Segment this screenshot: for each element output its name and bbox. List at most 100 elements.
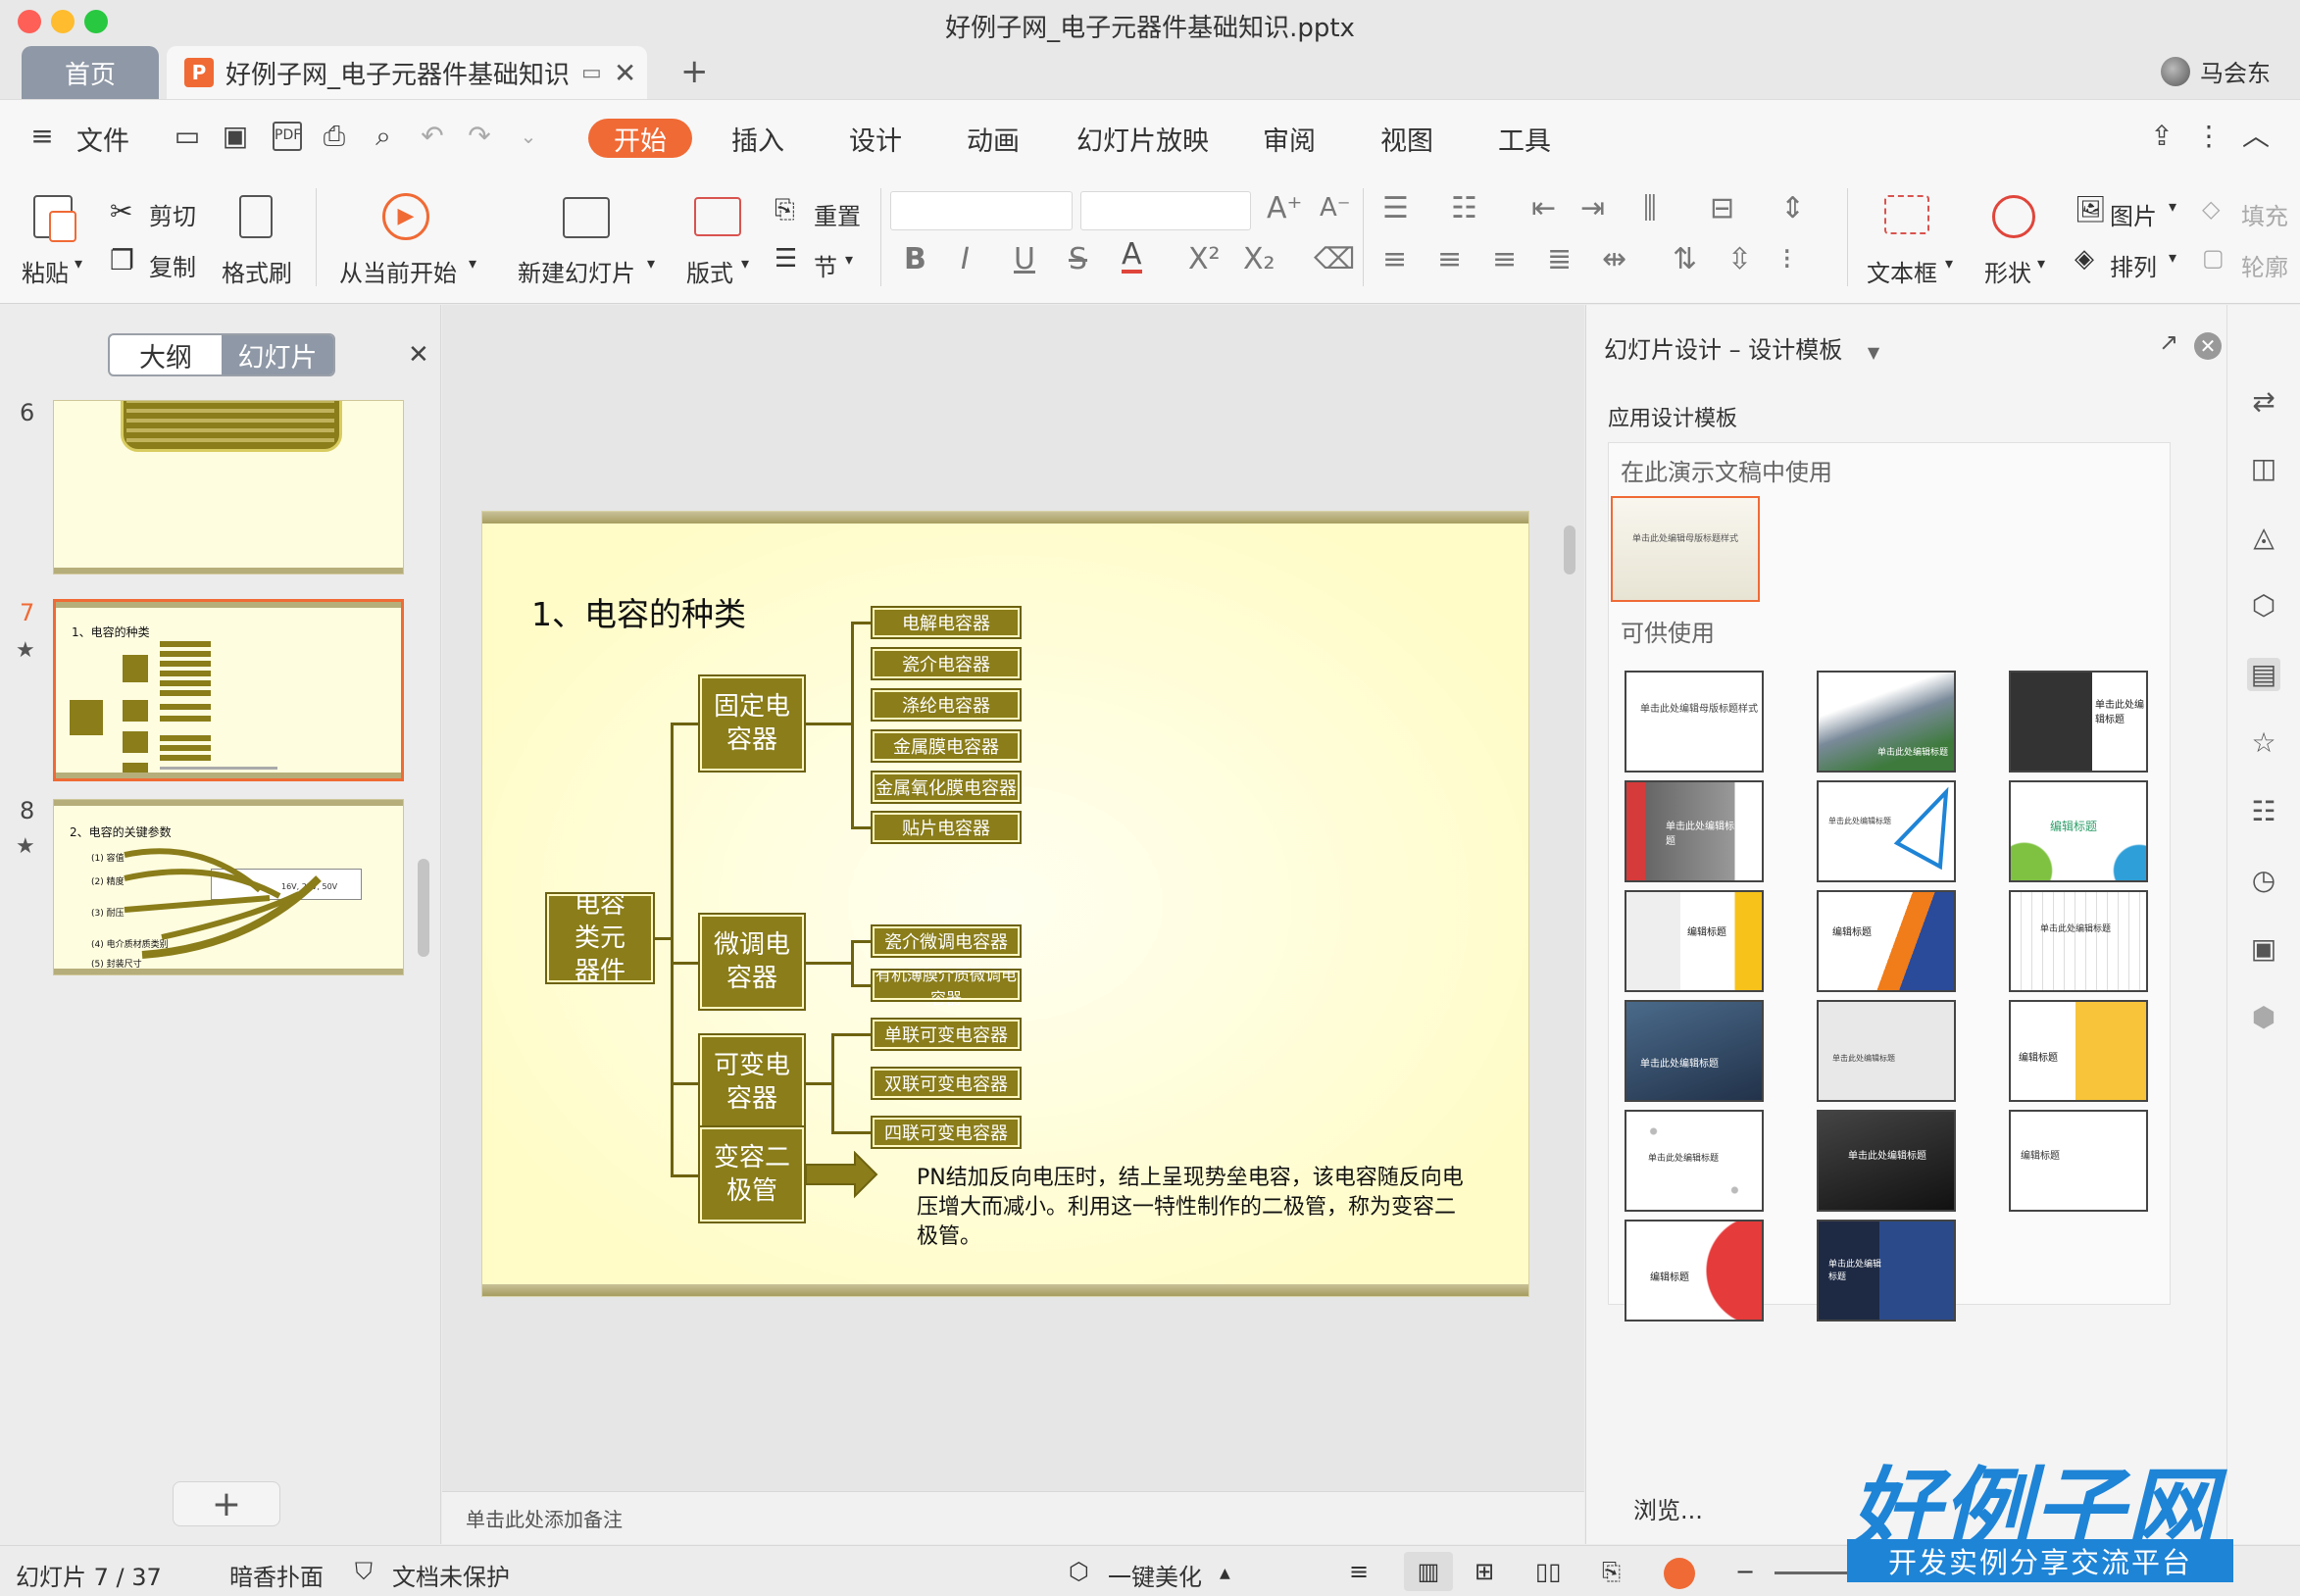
menu-slideshow[interactable]: 幻灯片放映 [1076, 120, 1209, 158]
reset-button[interactable]: 重置 [814, 197, 861, 231]
more-format-icon[interactable]: ⁝ [1782, 242, 1792, 276]
menu-view[interactable]: 视图 [1380, 120, 1433, 158]
open-folder-icon[interactable]: ▭ [173, 122, 202, 151]
align-center-icon[interactable]: ≡ [1437, 242, 1462, 276]
textbox-button[interactable]: 文本框 [1867, 254, 1937, 288]
outline-button[interactable]: 轮廓 [2241, 248, 2288, 282]
cut-button[interactable]: 剪切 [149, 197, 196, 231]
menu-tools[interactable]: 工具 [1498, 120, 1551, 158]
slide-thumbnail-8[interactable]: 2、电容的关键参数 (1) 容值 (2) 精度 (3) 耐压 (4) 电介质材质… [53, 799, 404, 975]
leaf-node[interactable]: 单联可变电容器 [871, 1018, 1022, 1051]
zoom-slider[interactable] [1775, 1571, 1853, 1574]
new-slide-button[interactable]: 新建幻灯片 [518, 254, 635, 288]
arrange-button[interactable]: 排列 [2110, 248, 2157, 282]
play-slideshow-button[interactable] [1664, 1558, 1695, 1589]
template-thumb[interactable]: 单击此处编辑标题 [2009, 890, 2148, 992]
redo-icon[interactable]: ↷ [465, 122, 494, 151]
notes-toggle-icon[interactable]: ≡ [1349, 1558, 1369, 1585]
dropdown-icon[interactable]: ▾ [647, 254, 655, 273]
pdf-icon[interactable]: PDF [273, 122, 302, 151]
align-text-icon[interactable]: ⊟ [1710, 191, 1734, 225]
category-node[interactable]: 可变电容器 [698, 1033, 806, 1131]
new-tab-button[interactable]: + [680, 52, 709, 91]
subscript-icon[interactable]: X₂ [1243, 242, 1275, 276]
cube-icon[interactable]: ⬢ [2247, 1001, 2280, 1034]
category-node[interactable]: 微调电容器 [698, 913, 806, 1011]
dropdown-icon[interactable]: ▾ [2169, 248, 2176, 267]
line-spacing-icon[interactable]: ⇕ [1780, 191, 1805, 225]
strikethrough-icon[interactable]: S [1069, 242, 1087, 276]
eraser-icon[interactable]: ⌫ [1314, 242, 1355, 276]
dropdown-icon[interactable]: ▾ [1945, 254, 1953, 273]
copy-icon[interactable]: ❐ [110, 244, 134, 276]
font-size-select[interactable] [1080, 191, 1251, 230]
template-thumb[interactable]: 单击此处编辑标题 [1817, 1220, 1956, 1322]
play-from-current-icon[interactable]: ▶ [382, 193, 429, 240]
leaf-node[interactable]: 贴片电容器 [871, 811, 1022, 844]
varactor-description[interactable]: PN结加反向电压时，结上呈现势垒电容，该电容随反向电压增大而减小。利用这一特性制… [917, 1164, 1466, 1252]
leaf-node[interactable]: 瓷介电容器 [871, 647, 1022, 680]
shape-icon[interactable] [1992, 195, 2035, 238]
template-thumb[interactable]: 编辑标题 [1625, 1220, 1764, 1322]
leaf-node[interactable]: 双联可变电容器 [871, 1067, 1022, 1100]
format-painter-icon[interactable] [239, 195, 273, 238]
superscript-icon[interactable]: X² [1188, 242, 1221, 276]
template-thumb[interactable]: 编辑标题 [1625, 890, 1764, 992]
leaf-node[interactable]: 瓷介微调电容器 [871, 924, 1022, 958]
text-direction-icon[interactable]: ⫼ [1643, 191, 1657, 225]
image-icon[interactable]: ▣ [2247, 932, 2280, 966]
distribute-icon[interactable]: ⇹ [1602, 242, 1626, 276]
template-thumb[interactable]: 单击此处编辑标题 [1817, 1000, 1956, 1102]
paste-button[interactable]: 粘贴 [22, 254, 69, 288]
template-thumb[interactable]: 单击此处编辑标题 [1625, 780, 1764, 882]
dropdown-icon[interactable]: ▾ [2037, 254, 2045, 273]
menu-start[interactable]: 开始 [588, 119, 692, 158]
presenter-view-icon[interactable]: ⎘ [1602, 1558, 1621, 1585]
template-thumb[interactable]: 单击此处编辑标题 [1625, 1110, 1764, 1212]
tab-outline[interactable]: 大纲 [110, 335, 222, 374]
align-right-icon[interactable]: ≡ [1492, 242, 1517, 276]
close-panel-icon[interactable]: ✕ [2194, 332, 2222, 360]
reset-icon[interactable]: ⎘ [775, 195, 795, 225]
align-left-icon[interactable]: ≡ [1382, 242, 1407, 276]
dropdown-icon[interactable]: ▾ [741, 254, 749, 273]
leaf-node[interactable]: 有机薄膜介质微调电容器 [871, 966, 1022, 1008]
customize-icon[interactable]: ⌄ [514, 122, 543, 151]
leaf-node[interactable]: 涤纶电容器 [871, 688, 1022, 722]
leaf-node[interactable]: 金属膜电容器 [871, 729, 1022, 763]
current-template[interactable]: 单击此处编辑母版标题样式 [1611, 496, 1760, 602]
menu-review[interactable]: 审阅 [1263, 120, 1316, 158]
shape-button[interactable]: 形状 [1984, 254, 2031, 288]
shapes-icon[interactable]: ◫ [2247, 452, 2280, 485]
print-icon[interactable]: ⎙ [320, 122, 349, 151]
decrease-indent-icon[interactable]: ⇤ [1531, 191, 1556, 225]
leaf-node[interactable]: 四联可变电容器 [871, 1116, 1022, 1149]
reading-view-icon[interactable]: ▯▯ [1535, 1558, 1561, 1585]
more-icon[interactable]: ⋮ [2194, 122, 2224, 151]
undo-icon[interactable]: ↶ [418, 122, 447, 151]
notes-pane[interactable]: 单击此处添加备注 [442, 1491, 1584, 1544]
justify-icon[interactable]: ≣ [1547, 242, 1572, 276]
tab-close-icon[interactable]: ✕ [614, 57, 636, 89]
bold-icon[interactable]: B [904, 242, 926, 276]
history-icon[interactable]: ◷ [2247, 864, 2280, 897]
dropdown-icon[interactable]: ▾ [2169, 197, 2176, 216]
popout-icon[interactable]: ↗ [2159, 328, 2178, 356]
collapse-ribbon-icon[interactable]: ︿ [2241, 122, 2271, 151]
star-effect-icon[interactable]: ☆ [2247, 726, 2280, 760]
numbered-list-icon[interactable]: ☷ [1451, 191, 1477, 225]
menu-animation[interactable]: 动画 [967, 120, 1020, 158]
menu-design[interactable]: 设计 [849, 120, 902, 158]
close-icon[interactable]: ✕ [408, 340, 429, 370]
format-painter-button[interactable]: 格式刷 [222, 254, 292, 288]
fill-icon[interactable]: ◇ [2202, 195, 2220, 223]
slide[interactable]: 1、电容的种类 电容类元器件 固定电容器 微调电容器 可变电容器 变容二极管 电… [481, 511, 1529, 1297]
template-thumb[interactable]: 单击此处编辑标题 [1817, 1110, 1956, 1212]
save-icon[interactable]: ▣ [221, 122, 250, 151]
chevron-up-icon[interactable]: ▲ [1220, 1566, 1230, 1581]
template-thumb[interactable]: 单击此处编辑标题 [1817, 671, 1956, 773]
picture-button[interactable]: 图片 [2110, 197, 2157, 231]
dropdown-icon[interactable]: ▾ [845, 250, 853, 269]
increase-indent-icon[interactable]: ⇥ [1580, 191, 1605, 225]
new-slide-icon[interactable] [563, 197, 610, 238]
